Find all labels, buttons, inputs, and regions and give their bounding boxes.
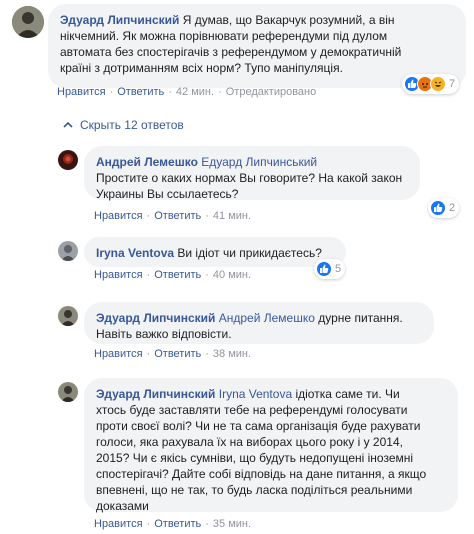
comment-author[interactable]: Эдуард Липчинский — [60, 13, 179, 27]
reply-button[interactable]: Ответить — [117, 86, 164, 98]
like-button[interactable]: Нравится — [57, 86, 106, 98]
reaction-count: 2 — [449, 202, 456, 214]
comment-bubble: Эдуард Липчинский Андрей Лемешко дурне п… — [84, 302, 434, 344]
reply-button[interactable]: Ответить — [154, 210, 201, 222]
reply-item: Андрей Лемешко Едуард Липчинський Прости… — [0, 140, 474, 228]
edited-label: Отредактировано — [225, 86, 317, 98]
reply-button[interactable]: Ответить — [154, 518, 201, 530]
comment-text: дурне питання. — [318, 311, 403, 325]
haha-icon — [430, 76, 446, 92]
comment-actions: Нравится · Ответить · 38 мин. — [94, 348, 252, 360]
avatar[interactable] — [12, 6, 44, 38]
like-button[interactable]: Нравится — [94, 518, 143, 530]
comment-text: нікчемний. Як можна порівнювати референд… — [60, 29, 388, 43]
comment-bubble: Эдуард Липчинский Iryna Ventova ідіотка … — [84, 378, 458, 513]
reply-item: Эдуард Липчинский Андрей Лемешко дурне п… — [0, 298, 474, 368]
comment-actions: Нравится · Ответить · 41 мин. — [94, 210, 252, 222]
comment-author[interactable]: Андрей Лемешко — [96, 155, 198, 169]
like-icon — [316, 261, 332, 277]
reaction-summary[interactable]: 2 — [428, 198, 460, 218]
like-icon — [430, 200, 446, 216]
timestamp[interactable]: 38 мин. — [213, 348, 251, 360]
comment-text: країні з дотриманням всіх норм? Тупо ман… — [60, 61, 343, 75]
like-button[interactable]: Нравится — [94, 348, 143, 360]
comment-text: впевнені, що не так, то будь ласка поділ… — [96, 483, 413, 497]
comment-text: автомата без спостерігачів з референдумо… — [60, 45, 402, 59]
hide-replies-label: Скрыть 12 ответов — [80, 118, 184, 132]
comment-actions: Нравится · Ответить · 40 мин. — [94, 269, 252, 281]
comment-text: хтось буде заставляти тебе на референдум… — [96, 403, 408, 417]
like-button[interactable]: Нравится — [94, 269, 143, 281]
mention-link[interactable]: Iryna Ventova — [219, 387, 292, 401]
reply-item: Эдуард Липчинский Iryna Ventova ідіотка … — [0, 374, 474, 534]
timestamp[interactable]: 41 мин. — [213, 210, 251, 222]
reply-button[interactable]: Ответить — [154, 348, 201, 360]
reaction-count: 5 — [335, 263, 342, 275]
comment-bubble: Эдуард Липчинский Я думав, що Вакарчук р… — [48, 4, 466, 88]
mention-link[interactable]: Едуард Липчинський — [201, 155, 317, 169]
mention-link[interactable]: Андрей Лемешко — [219, 311, 315, 325]
comment-text: проти своєї волі? Чи не та сама організа… — [96, 419, 421, 433]
reaction-count: 7 — [449, 78, 456, 90]
timestamp[interactable]: 42 мин. — [176, 86, 214, 98]
comment-text: спостерігачі? Дайте собі відповідь на да… — [96, 467, 427, 481]
comment-text: голоси, яка рахувала їх на виборах цього… — [96, 435, 403, 449]
reply-button[interactable]: Ответить — [154, 269, 201, 281]
comment-text: доказами — [96, 499, 149, 513]
comment-bubble: Iryna Ventova Ви ідіот чи прикидаєтесь? — [84, 237, 346, 267]
hide-replies-button[interactable]: Скрыть 12 ответов — [62, 118, 184, 132]
avatar[interactable] — [58, 150, 78, 170]
comment-text: Украины Вы ссылаетесь? — [96, 187, 239, 201]
reaction-summary[interactable]: 5 — [314, 259, 346, 279]
avatar[interactable] — [58, 306, 78, 326]
like-button[interactable]: Нравится — [94, 210, 143, 222]
comment-actions: Нравится · Ответить · 35 мин. — [94, 518, 252, 530]
comment-text: 2015? Чи є якісь сумніви, що будуть недо… — [96, 451, 414, 465]
comment-text: Простите о каких нормах Вы говорите? На … — [96, 171, 403, 185]
comment-author[interactable]: Эдуард Липчинский — [96, 387, 215, 401]
timestamp[interactable]: 35 мин. — [213, 518, 251, 530]
comment-bubble: Андрей Лемешко Едуард Липчинський Прости… — [84, 146, 420, 201]
comment-text: ідіотка саме ти. Чи — [295, 387, 400, 401]
reply-item: Iryna Ventova Ви ідіот чи прикидаєтесь? … — [0, 233, 474, 289]
comment-text: Ви ідіот чи прикидаєтесь? — [177, 246, 322, 260]
comment-author[interactable]: Iryna Ventova — [96, 246, 174, 260]
avatar[interactable] — [58, 241, 78, 261]
comment-text: Навіть важко відповісти. — [96, 327, 232, 341]
reaction-summary[interactable]: 7 — [402, 74, 460, 94]
timestamp[interactable]: 40 мин. — [213, 269, 251, 281]
chevron-up-icon — [63, 121, 73, 128]
comment-author[interactable]: Эдуард Липчинский — [96, 311, 215, 325]
avatar[interactable] — [58, 382, 78, 402]
main-comment: Эдуард Липчинский Я думав, що Вакарчук р… — [0, 0, 474, 115]
comment-actions: Нравится · Ответить · 42 мин. · Отредактирован… — [57, 86, 317, 98]
comment-text: Я думав, що Вакарчук розумний, а він — [182, 13, 395, 27]
